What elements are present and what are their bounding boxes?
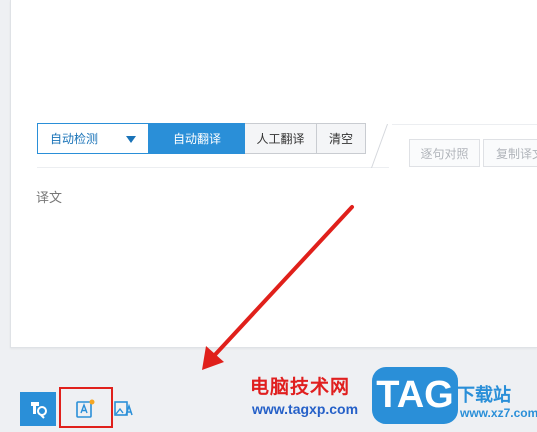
- watermark-site-url: www.tagxp.com: [252, 401, 359, 417]
- watermark-tag-logo: TAG: [372, 367, 458, 424]
- watermark-download-url: www.xz7.com: [460, 406, 537, 420]
- watermark-site-name: 电脑技术网: [250, 377, 351, 398]
- watermark-download-site: 下载站: [457, 385, 511, 405]
- annotation-arrow: [202, 205, 354, 370]
